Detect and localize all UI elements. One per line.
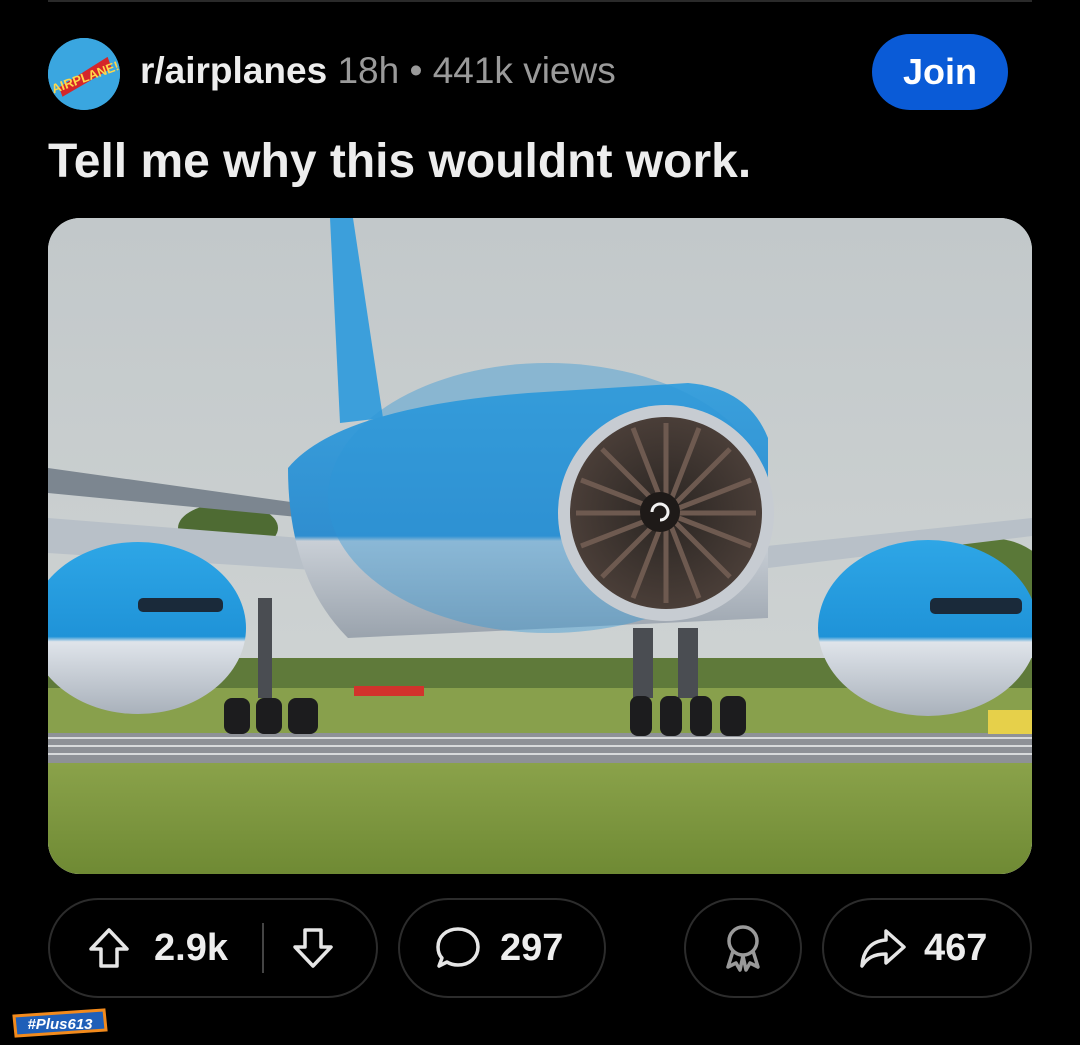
award-icon [720,923,766,973]
top-divider [48,0,1032,2]
vote-divider [261,923,264,973]
share-button[interactable]: 467 [822,898,1032,998]
vote-bar: 2.9k [48,898,378,998]
svg-text:#Plus613: #Plus613 [27,1016,93,1033]
post-age: 18h [337,50,400,91]
comments-button[interactable]: 297 [398,898,606,998]
post-title[interactable]: Tell me why this wouldnt work. [48,134,751,189]
award-button[interactable] [684,898,802,998]
view-count: 441k views [432,50,616,91]
share-icon [858,925,908,971]
join-button[interactable]: Join [872,34,1008,110]
airplane-photo [48,218,1032,874]
downvote-icon[interactable] [290,925,336,971]
meta-separator: • [409,50,423,91]
upvote-icon[interactable] [86,925,132,971]
subreddit-name[interactable]: r/airplanes [140,50,327,91]
watermark-logo: #Plus613 [10,1006,110,1040]
comment-icon [434,925,482,971]
subreddit-avatar[interactable]: AIRPLANE! [48,38,120,110]
post-header: AIRPLANE! r/airplanes 18h • 441k views J… [48,34,1008,110]
post-image[interactable] [48,218,1032,874]
upvote-count: 2.9k [154,926,228,969]
avatar-logo-icon: AIRPLANE! [48,38,120,110]
share-count: 467 [924,926,988,969]
post-meta: r/airplanes 18h • 441k views [140,50,616,92]
comment-count: 297 [500,926,564,969]
